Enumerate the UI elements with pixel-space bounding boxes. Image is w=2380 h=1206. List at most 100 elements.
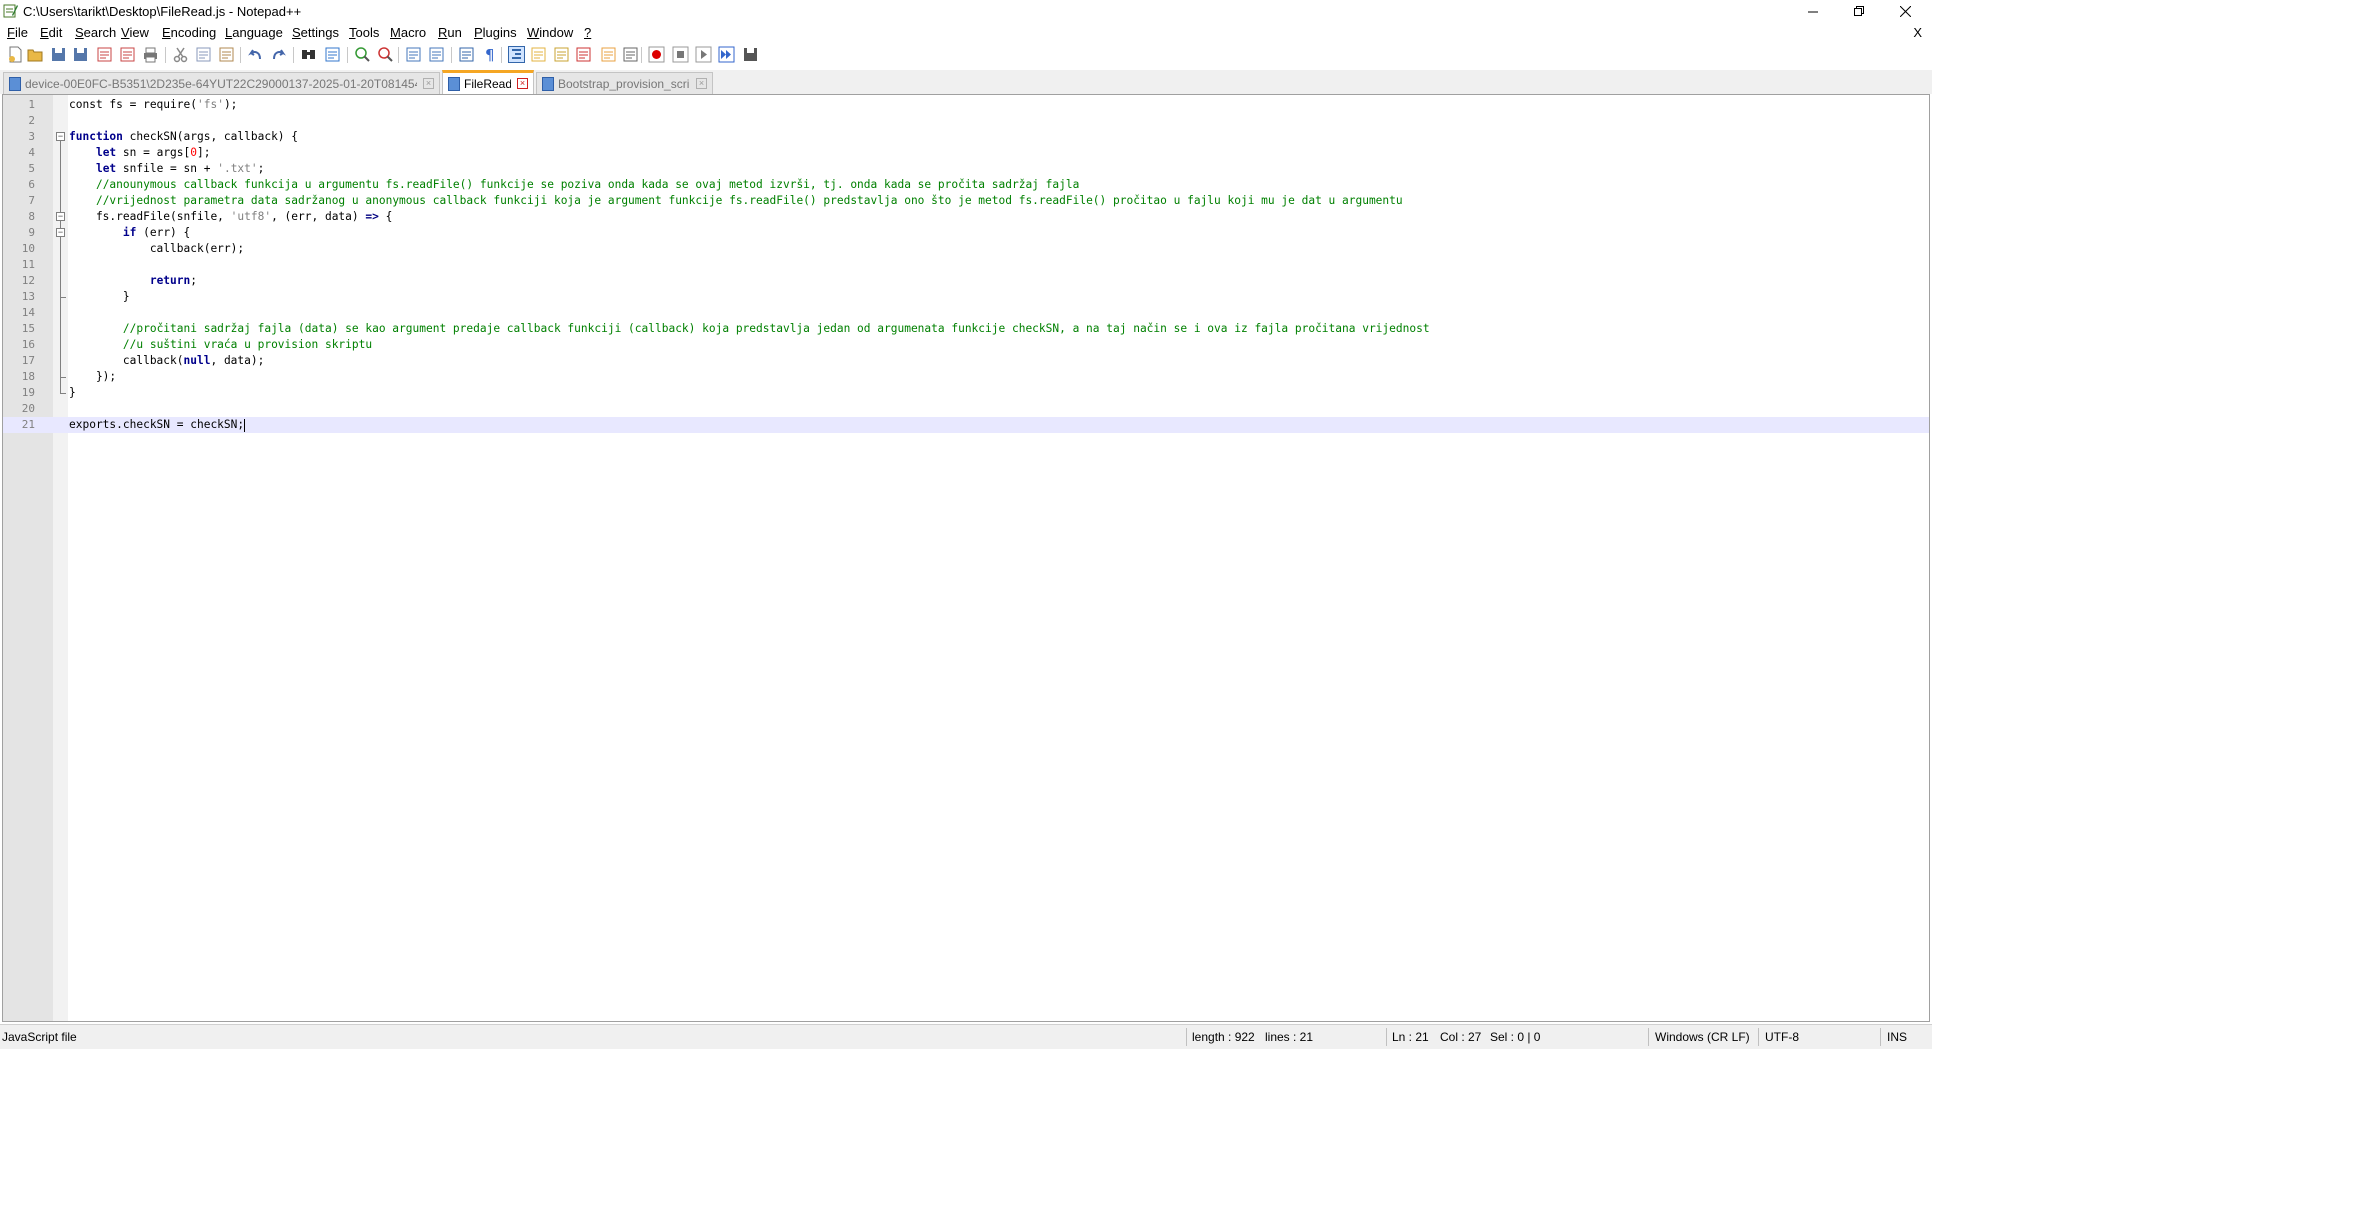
code-line[interactable]: 16 //u suštini vraća u provision skriptu xyxy=(3,337,1929,353)
save-all-button[interactable] xyxy=(72,46,89,63)
tab-active[interactable]: FileRead.js × xyxy=(442,70,534,94)
code-line[interactable]: 5 let snfile = sn + '.txt'; xyxy=(3,161,1929,177)
close-button[interactable] xyxy=(96,46,113,63)
cut-button[interactable] xyxy=(172,46,189,63)
menu-label: anguage xyxy=(232,25,283,40)
menu-file[interactable]: File xyxy=(7,25,28,40)
record-macro-button[interactable] xyxy=(648,46,665,63)
title-bar: C:\Users\tarikt\Desktop\FileRead.js - No… xyxy=(0,0,1932,22)
code-line[interactable]: 12 return; xyxy=(3,273,1929,289)
undo-button[interactable] xyxy=(247,46,264,63)
doc-map-icon xyxy=(554,47,569,62)
folder-workspace-button[interactable] xyxy=(600,46,617,63)
replace-button[interactable] xyxy=(324,46,341,63)
sync-vertical-button[interactable] xyxy=(405,46,422,63)
word-wrap-button[interactable] xyxy=(458,46,475,63)
menu-macro[interactable]: Macro xyxy=(390,25,426,40)
minimize-button[interactable] xyxy=(1790,0,1836,22)
menu-edit[interactable]: Edit xyxy=(40,25,62,40)
function-list-button[interactable] xyxy=(575,46,592,63)
code-editor[interactable]: 1 const fs = require('fs'); 2 3 function che… xyxy=(2,94,1930,1022)
status-length: length : 922 xyxy=(1192,1030,1255,1044)
code-line[interactable]: 11 xyxy=(3,257,1929,273)
code-line[interactable]: 17 callback(null, data); xyxy=(3,353,1929,369)
zoom-in-button[interactable] xyxy=(354,46,371,63)
undo-icon xyxy=(248,49,261,60)
menu-search[interactable]: Search xyxy=(75,25,116,40)
menu-window[interactable]: Window xyxy=(527,25,573,40)
code-line[interactable]: 19} xyxy=(3,385,1929,401)
show-all-chars-button[interactable]: ¶ xyxy=(481,46,498,64)
status-encoding: UTF-8 xyxy=(1765,1030,1799,1044)
code-line[interactable]: 20 xyxy=(3,401,1929,417)
doc-map-button[interactable] xyxy=(553,46,570,63)
code-line[interactable]: 3 function checkSN(args, callback) { xyxy=(3,129,1929,145)
find-button[interactable] xyxy=(300,46,317,63)
close-window-button[interactable] xyxy=(1882,0,1928,22)
code-line[interactable]: 6 //anounymous callback funkcija u argum… xyxy=(3,177,1929,193)
close-icon xyxy=(1899,5,1911,17)
redo-button[interactable] xyxy=(270,46,287,63)
tab-label: FileRead.js xyxy=(464,76,511,91)
file-icon xyxy=(448,76,460,91)
code-line[interactable]: 9 if (err) { xyxy=(3,225,1929,241)
status-separator xyxy=(1880,1028,1881,1046)
menu-settings[interactable]: Settings xyxy=(292,25,339,40)
menu-language[interactable]: Language xyxy=(225,25,283,40)
run-macro-multiple-button[interactable] xyxy=(718,46,735,63)
menu-accelerator: E xyxy=(162,25,171,40)
code-text: //vrijednost parametra data sadržanog u … xyxy=(95,194,1403,207)
menu-label: iew xyxy=(129,25,149,40)
close-all-button[interactable] xyxy=(119,46,136,63)
fold-collapse-icon[interactable]: − xyxy=(56,212,65,221)
stop-record-button[interactable] xyxy=(672,46,689,63)
tab-close-icon[interactable]: × xyxy=(423,78,434,89)
tab-close-icon[interactable]: × xyxy=(517,78,528,89)
line-number: 15 xyxy=(21,322,35,335)
code-line[interactable]: 4 let sn = args[0]; xyxy=(3,145,1929,161)
menu-encoding[interactable]: Encoding xyxy=(162,25,216,40)
indent-guide-button[interactable] xyxy=(508,46,525,63)
restore-button[interactable] xyxy=(1836,0,1882,22)
play-macro-button[interactable] xyxy=(695,46,712,63)
zoom-out-button[interactable] xyxy=(377,46,394,63)
open-file-button[interactable] xyxy=(27,46,44,63)
menu-run[interactable]: Run xyxy=(438,25,462,40)
zoom-in-icon xyxy=(355,47,370,62)
code-line[interactable]: 2 xyxy=(3,113,1929,129)
code-line[interactable]: 8 fs.readFile(snfile, 'utf8', (err, data… xyxy=(3,209,1929,225)
menu-plugins[interactable]: Plugins xyxy=(474,25,517,40)
menu-help[interactable]: ? xyxy=(584,25,591,40)
fold-collapse-icon[interactable]: − xyxy=(56,132,65,141)
save-macro-button[interactable] xyxy=(742,46,759,63)
indent-guide-icon xyxy=(508,46,525,63)
menu-view[interactable]: View xyxy=(121,25,149,40)
code-line[interactable]: 14 xyxy=(3,305,1929,321)
sync-horizontal-button[interactable] xyxy=(428,46,445,63)
print-button[interactable] xyxy=(142,46,159,63)
replace-icon xyxy=(325,47,340,62)
code-line[interactable]: 15 //pročitani sadržaj fajla (data) se k… xyxy=(3,321,1929,337)
new-file-button[interactable] xyxy=(7,46,24,63)
code-line[interactable]: 21 exports.checkSN = checkSN; xyxy=(3,417,1929,433)
code-line[interactable]: 10 callback(err); xyxy=(3,241,1929,257)
code-line[interactable]: 7 //vrijednost parametra data sadržanog … xyxy=(3,193,1929,209)
close-document-button[interactable]: X xyxy=(1913,25,1922,40)
monitoring-button[interactable] xyxy=(622,46,639,63)
copy-button[interactable] xyxy=(195,46,212,63)
code-text: //anounymous callback funkcija u argumen… xyxy=(95,178,1080,191)
toolbar: ¶ xyxy=(0,43,1932,67)
code-text: let sn = args[0]; xyxy=(95,146,211,159)
code-line[interactable]: 1 const fs = require('fs'); xyxy=(3,97,1929,113)
menu-label: earch xyxy=(83,25,117,40)
tab[interactable]: device-00E0FC-B5351\2D235e-64YUT22C29000… xyxy=(3,72,440,94)
code-line[interactable]: 13 } xyxy=(3,289,1929,305)
paste-button[interactable] xyxy=(218,46,235,63)
user-language-button[interactable] xyxy=(530,46,547,63)
tab[interactable]: Bootstrap_provision_script.txt × xyxy=(536,72,713,94)
code-line[interactable]: 18 }); xyxy=(3,369,1929,385)
fold-collapse-icon[interactable]: − xyxy=(56,228,65,237)
menu-tools[interactable]: Tools xyxy=(349,25,379,40)
save-button[interactable] xyxy=(50,46,67,63)
tab-close-icon[interactable]: × xyxy=(696,78,707,89)
